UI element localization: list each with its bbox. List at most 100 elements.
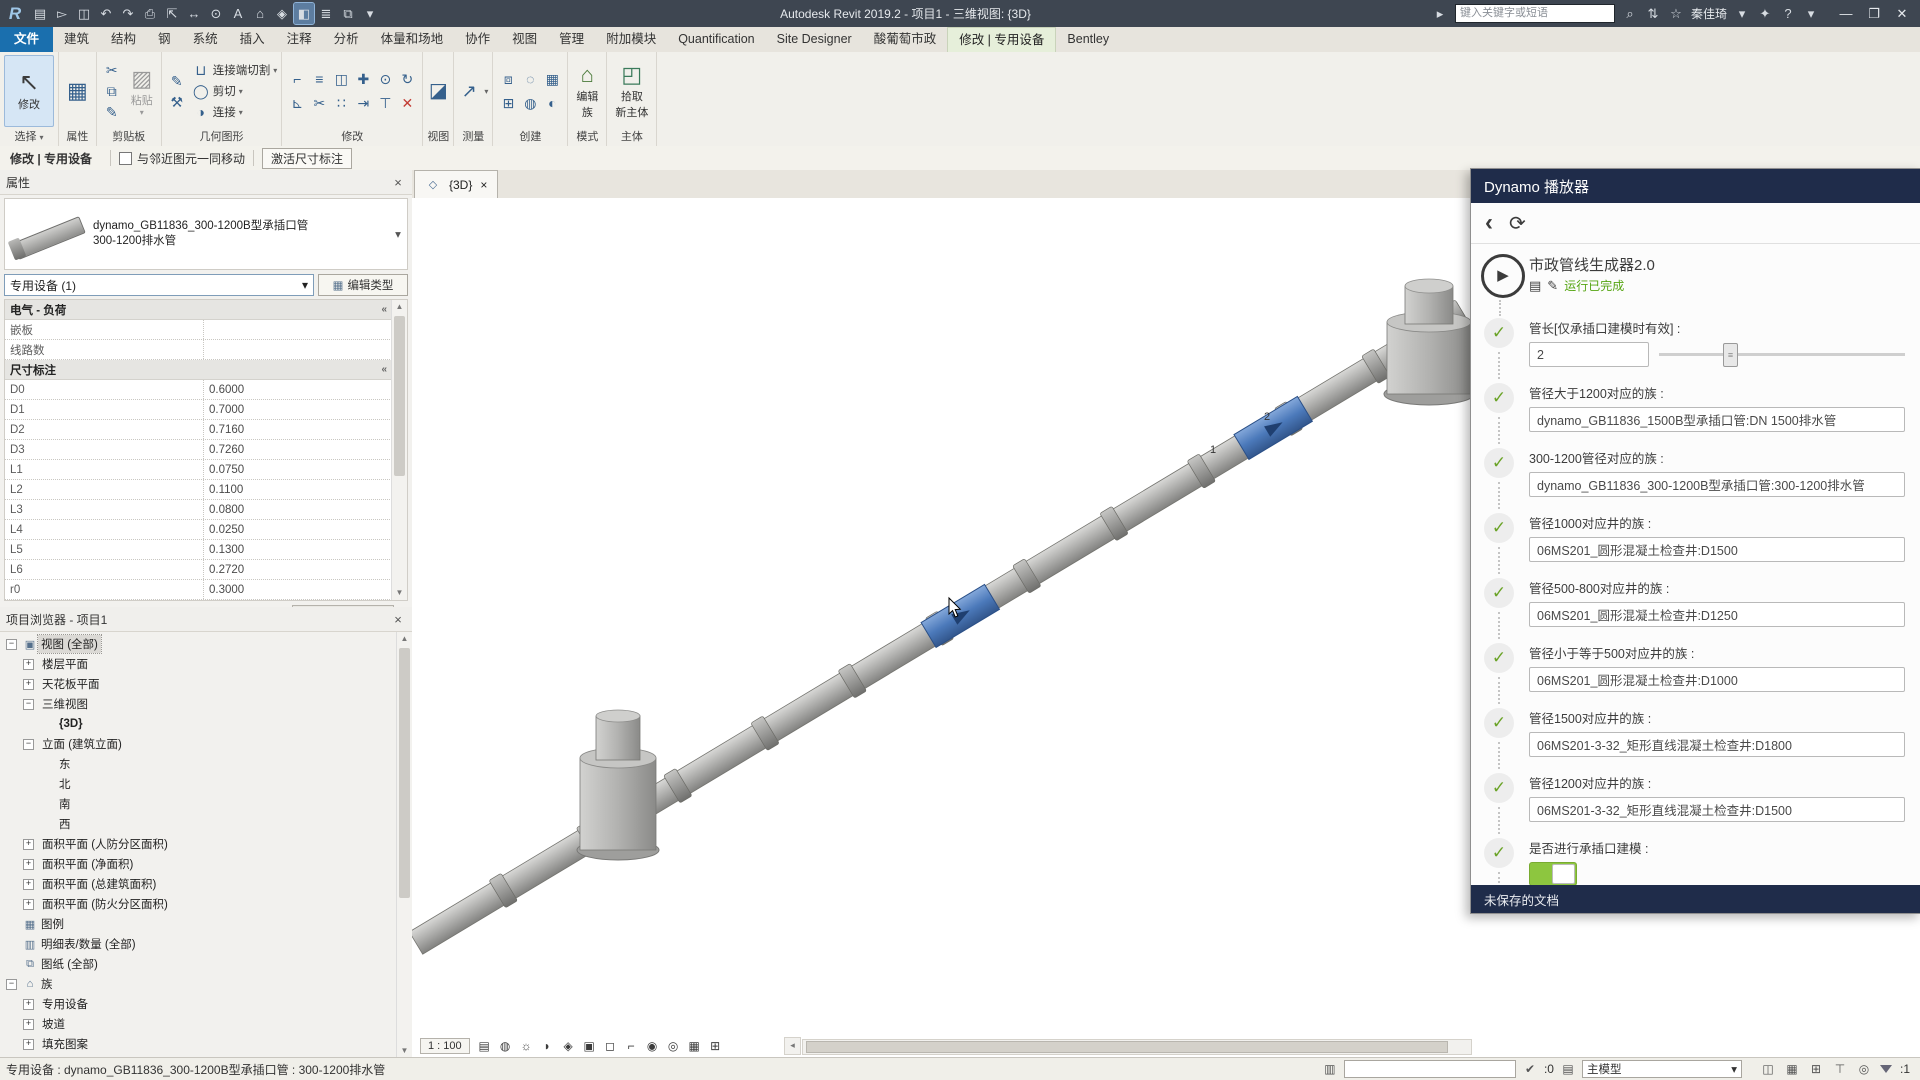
rendering-dialog-icon[interactable]: ◈ (559, 1037, 578, 1055)
tree-item-7[interactable]: 北 (0, 774, 397, 794)
visual-style-icon[interactable]: ◍ (496, 1037, 515, 1055)
help-icon[interactable]: ? (1779, 6, 1797, 22)
paint-icon[interactable]: ✎ (166, 71, 188, 91)
show-constraints-icon[interactable]: ⊞ (706, 1037, 725, 1055)
tree-item-20[interactable]: +填充图案 (0, 1034, 397, 1054)
scroll-left-icon[interactable]: ◂ (784, 1037, 801, 1055)
favorites-icon[interactable]: ☆ (1667, 6, 1685, 22)
expander-icon[interactable]: − (23, 699, 34, 710)
tree-item-9[interactable]: 西 (0, 814, 397, 834)
app-store-icon[interactable]: ✦ (1756, 6, 1774, 22)
open-icon[interactable]: ▻ (52, 3, 72, 24)
properties-panel-header[interactable]: 属性 × (0, 170, 412, 195)
detail-level-icon[interactable]: ▤ (475, 1037, 494, 1055)
scroll-up-icon[interactable]: ▲ (392, 300, 407, 314)
property-value[interactable]: 0.0250 (204, 524, 392, 536)
ribbon-tab-7[interactable]: 分析 (323, 27, 370, 52)
collapse-icon[interactable]: « (381, 364, 387, 375)
press-drag-icon[interactable]: ⊞ (1808, 1062, 1824, 1076)
dynamo-text-input-1[interactable] (1529, 407, 1905, 432)
tree-item-16[interactable]: ⧉图纸 (全部) (0, 954, 397, 974)
run-script-button[interactable]: ▶ (1481, 254, 1525, 298)
property-value[interactable]: 0.6000 (204, 384, 392, 396)
expander-icon[interactable]: + (23, 879, 34, 890)
worksets-select[interactable] (1344, 1060, 1516, 1078)
ribbon-tab-3[interactable]: 钢 (147, 27, 182, 52)
tree-item-18[interactable]: +专用设备 (0, 994, 397, 1014)
slider-handle[interactable]: ≡ (1723, 343, 1738, 367)
tree-item-10[interactable]: +面积平面 (人防分区面积) (0, 834, 397, 854)
scroll-up-icon[interactable]: ▲ (397, 632, 412, 646)
ribbon-tab-15[interactable]: 酸葡萄市政 (863, 27, 948, 52)
match-type-icon[interactable]: ✎ (101, 102, 123, 122)
geometry-row-1[interactable]: ◯剪切▾ (192, 81, 278, 101)
signed-in-user[interactable]: 秦佳琦 (1691, 5, 1727, 22)
project-browser-header[interactable]: 项目浏览器 - 项目1 × (0, 607, 412, 632)
expander-icon[interactable]: − (6, 979, 17, 990)
undo-icon[interactable]: ↶ (96, 3, 116, 24)
move-with-nearby-checkbox[interactable] (119, 152, 132, 165)
paste-button[interactable]: ▨ 粘贴 ▾ (127, 64, 157, 119)
group-label-select[interactable]: 选择 ▾ (0, 130, 58, 146)
worksharing-display-icon[interactable]: ◫ (1760, 1062, 1776, 1076)
expander-icon[interactable]: + (23, 899, 34, 910)
create-schedule-icon[interactable]: ◐ (541, 93, 563, 113)
ribbon-tab-0[interactable]: 文件 (0, 27, 53, 52)
unjoin-icon[interactable]: ⇥ (352, 93, 374, 113)
project-browser-scrollbar[interactable]: ▲ ▼ (396, 632, 412, 1058)
category-filter-select[interactable]: 专用设备 (1) ▾ (4, 274, 314, 296)
tree-item-2[interactable]: +天花板平面 (0, 674, 397, 694)
default-3d-view-icon[interactable]: ⌂ (250, 3, 270, 24)
customize-qat-icon[interactable]: ▾ (360, 3, 380, 24)
tree-item-1[interactable]: +楼层平面 (0, 654, 397, 674)
expander-icon[interactable]: − (23, 739, 34, 750)
ribbon-tab-13[interactable]: Quantification (667, 27, 765, 52)
selection-box-icon[interactable]: ◪ (427, 81, 449, 101)
mirror-icon[interactable]: ◫ (330, 69, 352, 89)
tree-item-11[interactable]: +面积平面 (净面积) (0, 854, 397, 874)
move-icon[interactable]: ✚ (352, 69, 374, 89)
revit-logo-icon[interactable]: R (0, 4, 30, 24)
slider-track[interactable]: ≡ (1659, 353, 1905, 356)
temporary-hide-isolate-icon[interactable]: ◉ (643, 1037, 662, 1055)
expander-icon[interactable]: + (23, 679, 34, 690)
select-pinned-icon[interactable]: ⊤ (1832, 1062, 1848, 1076)
expander-icon[interactable]: + (23, 1019, 34, 1030)
property-value[interactable]: 0.0750 (204, 464, 392, 476)
create-view-icon[interactable]: ◍ (519, 93, 541, 113)
expander-icon[interactable]: + (23, 859, 34, 870)
align-icon[interactable]: ⌐ (286, 69, 308, 89)
dynamo-number-input-0[interactable] (1529, 342, 1649, 367)
show-crop-region-icon[interactable]: ◻ (601, 1037, 620, 1055)
ribbon-tab-12[interactable]: 附加模块 (595, 27, 667, 52)
array-icon[interactable]: ∷ (330, 93, 352, 113)
expand-search-icon[interactable]: ▸ (1431, 6, 1449, 22)
unlocked-3d-view-icon[interactable]: ⌐ (622, 1037, 641, 1055)
project-browser-close-icon[interactable]: × (390, 612, 406, 627)
worksets-icon[interactable]: ▥ (1322, 1062, 1338, 1076)
temporary-view-properties-icon[interactable]: ▦ (685, 1037, 704, 1055)
view-tab-3d[interactable]: ◇ {3D} × (414, 170, 498, 198)
dynamo-text-input-4[interactable] (1529, 602, 1905, 627)
measure-icon[interactable]: ↗ (458, 81, 480, 101)
property-value[interactable]: 0.3000 (204, 584, 392, 596)
copy-to-clipboard-icon[interactable]: ⧉ (101, 81, 123, 101)
text-icon[interactable]: A (228, 3, 248, 24)
create-parts-icon[interactable]: ⊞ (497, 93, 519, 113)
scroll-down-icon[interactable]: ▼ (392, 586, 407, 600)
delete-icon[interactable]: ✕ (396, 93, 418, 113)
dynamo-player-title[interactable]: Dynamo 播放器 (1471, 169, 1920, 203)
tree-item-3[interactable]: −三维视图 (0, 694, 397, 714)
tag-by-category-icon[interactable]: ⊙ (206, 3, 226, 24)
property-value[interactable]: 0.7160 (204, 424, 392, 436)
toggle-switch[interactable] (1529, 862, 1577, 885)
ribbon-tab-14[interactable]: Site Designer (766, 27, 863, 52)
select-underlay-icon[interactable]: ◎ (1856, 1062, 1872, 1076)
ribbon-tab-10[interactable]: 视图 (501, 27, 548, 52)
minimize-button[interactable]: — (1832, 0, 1860, 27)
editing-requests-icon[interactable]: ✔ (1522, 1062, 1538, 1076)
create-similar-icon[interactable]: ◌ (519, 69, 541, 89)
edit-type-button[interactable]: ▦ 编辑类型 (318, 274, 408, 296)
expander-icon[interactable]: + (23, 999, 34, 1010)
tree-item-13[interactable]: +面积平面 (防火分区面积) (0, 894, 397, 914)
